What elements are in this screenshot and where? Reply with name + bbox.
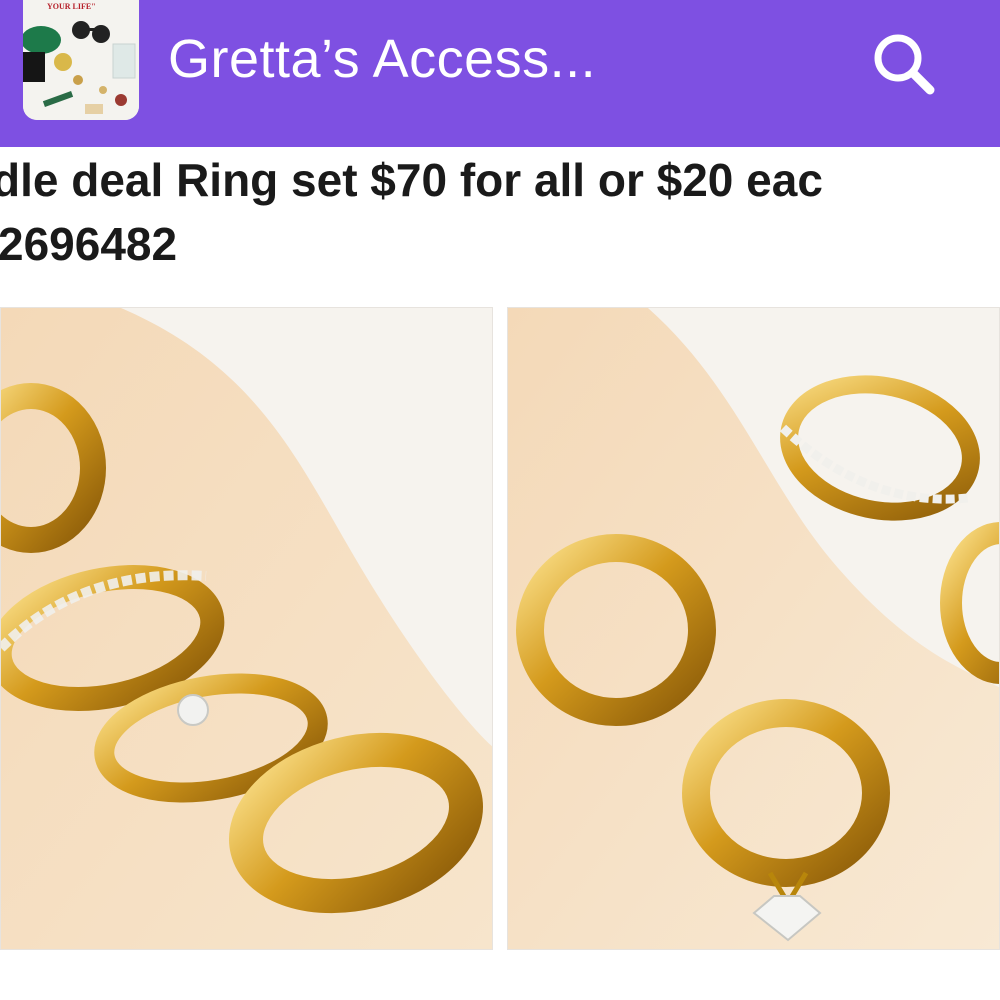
app-title: Gretta’s Access... [168,29,597,89]
gold-rings-photo-icon [1,308,492,949]
product-photo-2[interactable] [507,307,1000,950]
app-header: YOUR LIFE" Gretta’s Access... [0,0,1000,147]
app-logo-icon[interactable]: YOUR LIFE" [23,0,139,120]
search-icon [874,34,935,95]
listing-title-line-1: dle deal Ring set $70 for all or $20 eac [0,154,823,206]
product-photo-1[interactable] [0,307,493,950]
gold-rings-photo-icon [508,308,999,949]
listing-title-line-2: 2696482 [0,218,178,270]
listing-title: dle deal Ring set $70 for all or $20 eac… [0,147,1000,307]
search-button[interactable] [868,30,942,96]
svg-text:YOUR LIFE": YOUR LIFE" [47,2,96,11]
